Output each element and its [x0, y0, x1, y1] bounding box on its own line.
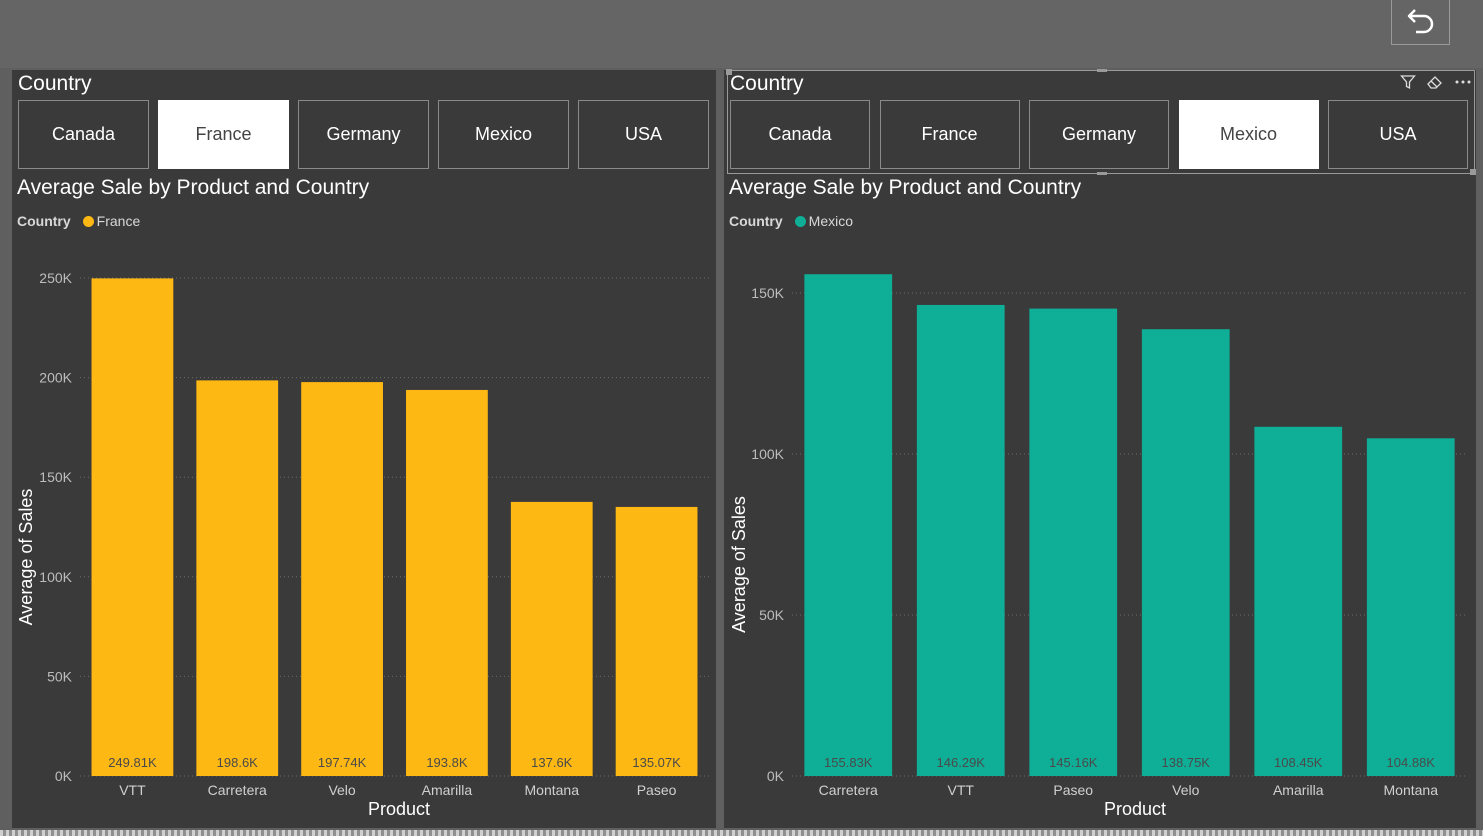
bar[interactable] [1029, 308, 1118, 776]
undo-button[interactable] [1391, 0, 1450, 45]
x-tick-label: VTT [119, 782, 146, 798]
x-tick-label: Montana [1384, 782, 1439, 798]
x-tick-label: Carretera [208, 782, 267, 798]
bar[interactable] [406, 389, 488, 776]
x-tick-label: Amarilla [422, 782, 473, 798]
y-tick-label: 150K [39, 469, 72, 485]
data-label: 249.81K [108, 755, 157, 770]
data-label: 135.07K [632, 755, 681, 770]
data-label: 108.45K [1274, 755, 1323, 770]
x-tick-label: Carretera [819, 782, 878, 798]
y-tick-label: 0K [55, 768, 73, 784]
left-report-panel: Country Canada France Germany Mexico USA Ave… [12, 70, 716, 828]
y-tick-label: 150K [751, 285, 784, 301]
bar[interactable] [91, 278, 174, 776]
y-tick-label: 50K [759, 607, 785, 623]
y-tick-label: 0K [767, 768, 785, 784]
bar[interactable] [301, 382, 383, 776]
y-axis-label: Average of Sales [16, 489, 36, 626]
x-axis-label: Product [368, 799, 430, 819]
bar[interactable] [510, 501, 593, 776]
y-tick-label: 250K [39, 270, 72, 286]
bar-chart[interactable]: 0K 50K 100K 150K Average of Sales 155.83K Carr… [724, 70, 1476, 828]
x-tick-label: Velo [328, 782, 355, 798]
data-label: 193.8K [426, 755, 468, 770]
data-label: 137.6K [531, 755, 573, 770]
y-tick-label: 200K [39, 370, 72, 386]
x-tick-label: Paseo [637, 782, 677, 798]
page-scroll-strip [0, 830, 1483, 836]
data-label: 198.6K [217, 755, 259, 770]
y-tick-label: 50K [47, 668, 73, 684]
x-tick-label: VTT [948, 782, 975, 798]
data-label: 197.74K [318, 755, 367, 770]
data-label: 104.88K [1387, 755, 1436, 770]
data-label: 146.29K [937, 755, 986, 770]
report-toolbar [0, 0, 1483, 68]
undo-arrow-icon [1404, 3, 1438, 42]
x-tick-label: Velo [1172, 782, 1199, 798]
x-tick-label: Montana [525, 782, 580, 798]
x-axis-label: Product [1104, 799, 1166, 819]
bar[interactable] [1254, 426, 1343, 776]
data-label: 155.83K [824, 755, 873, 770]
bar[interactable] [196, 380, 279, 776]
bar[interactable] [615, 506, 698, 776]
data-label: 138.75K [1162, 755, 1211, 770]
bar[interactable] [804, 274, 893, 776]
y-tick-label: 100K [39, 569, 72, 585]
bar[interactable] [1366, 438, 1455, 776]
bar[interactable] [916, 304, 1005, 776]
y-tick-label: 100K [751, 446, 784, 462]
bar[interactable] [1141, 329, 1230, 776]
x-tick-label: Amarilla [1273, 782, 1324, 798]
data-label: 145.16K [1049, 755, 1098, 770]
x-tick-label: Paseo [1053, 782, 1093, 798]
right-report-panel: Country Canada France Germany Mexico USA Ave… [724, 70, 1476, 828]
y-axis-label: Average of Sales [729, 496, 749, 633]
bar-chart[interactable]: 0K 50K 100K 150K 200K 250K Average of Sales 249… [12, 70, 716, 828]
